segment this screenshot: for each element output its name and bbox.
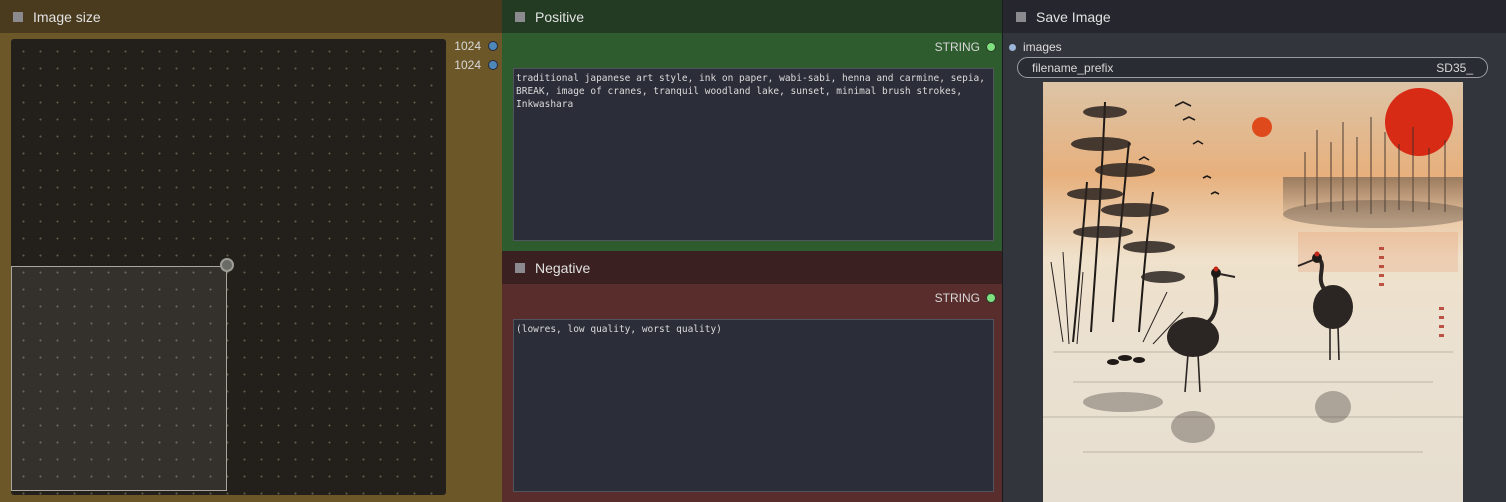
filename-prefix-value[interactable]: SD35_: [1436, 61, 1473, 75]
image-size-title: Image size: [33, 8, 101, 25]
size-selection-rect[interactable]: [11, 266, 227, 491]
string-socket-icon[interactable]: [986, 293, 996, 303]
output-height[interactable]: 1024: [454, 56, 498, 74]
images-input-label: images: [1023, 40, 1062, 54]
images-input[interactable]: images: [1009, 40, 1062, 54]
negative-prompt-textarea[interactable]: (lowres, low quality, worst quality): [513, 319, 994, 492]
small-sun-icon: [1252, 117, 1272, 137]
input-socket-icon[interactable]: [1009, 43, 1016, 51]
string-socket-icon[interactable]: [986, 42, 996, 52]
negative-output[interactable]: STRING: [935, 291, 996, 305]
positive-prompt-textarea[interactable]: traditional japanese art style, ink on p…: [513, 68, 994, 241]
collapse-toggle-icon[interactable]: [1016, 11, 1026, 22]
resize-handle-icon[interactable]: [220, 258, 234, 272]
negative-node[interactable]: Negative STRING (lowres, low quality, wo…: [502, 251, 1002, 502]
save-image-node[interactable]: Save Image images filename_prefix SD35_: [1003, 0, 1506, 502]
output-type-label: STRING: [934, 40, 980, 54]
output-width-label: 1024: [454, 39, 481, 53]
large-sun-icon: [1385, 88, 1453, 156]
output-socket-icon[interactable]: [488, 60, 498, 70]
image-size-node[interactable]: Image size 1024 1024: [0, 0, 502, 502]
negative-title: Negative: [535, 259, 591, 276]
positive-output[interactable]: STRING: [935, 40, 996, 54]
output-type-label: STRING: [934, 291, 980, 305]
positive-node-header[interactable]: Positive: [502, 0, 1002, 33]
output-width[interactable]: 1024: [454, 37, 498, 55]
collapse-toggle-icon[interactable]: [13, 11, 23, 22]
output-height-label: 1024: [454, 58, 481, 72]
collapse-toggle-icon[interactable]: [515, 262, 525, 273]
positive-title: Positive: [535, 8, 585, 25]
positive-node[interactable]: Positive STRING traditional japanese art…: [502, 0, 1002, 251]
image-preview[interactable]: [1043, 82, 1463, 502]
save-image-title: Save Image: [1036, 8, 1111, 25]
size-canvas[interactable]: [11, 39, 446, 495]
filename-prefix-label: filename_prefix: [1032, 60, 1114, 75]
image-size-node-header[interactable]: Image size: [0, 0, 502, 33]
output-socket-icon[interactable]: [488, 41, 498, 51]
negative-node-header[interactable]: Negative: [502, 251, 1002, 284]
save-image-node-header[interactable]: Save Image: [1003, 0, 1506, 33]
collapse-toggle-icon[interactable]: [515, 11, 525, 22]
filename-prefix-widget[interactable]: filename_prefix SD35_: [1017, 57, 1488, 78]
